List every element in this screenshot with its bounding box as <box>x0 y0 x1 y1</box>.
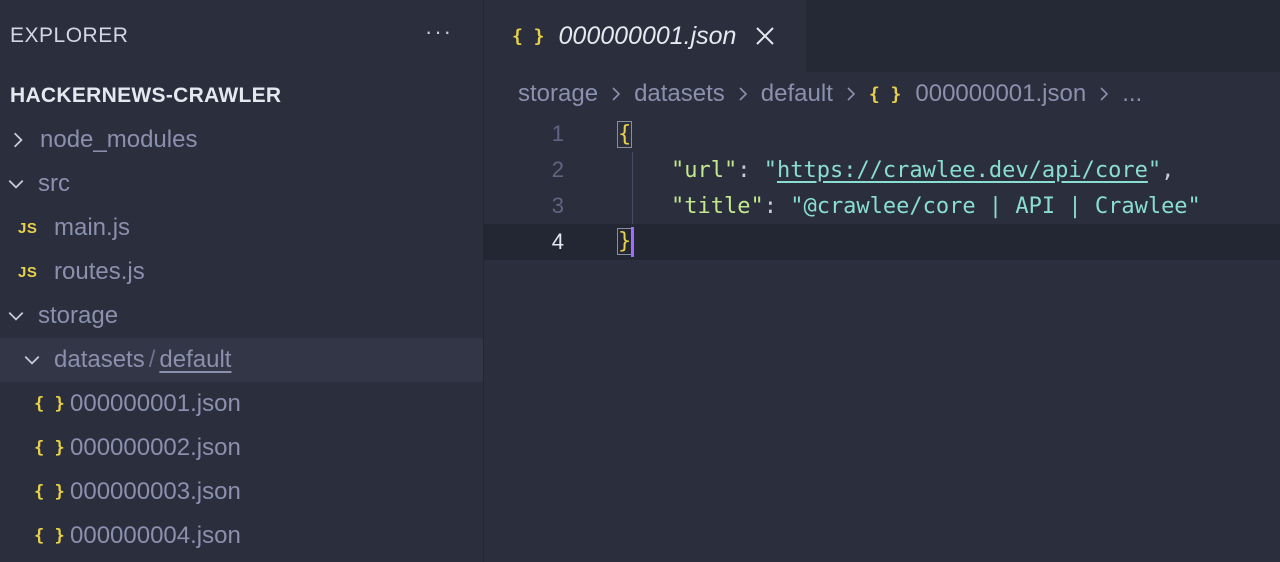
tree-item-file-3[interactable]: { } 000000003.json <box>0 470 483 514</box>
close-icon[interactable] <box>754 25 776 47</box>
json-file-icon: { } <box>34 394 65 414</box>
code-line-3[interactable]: 3 "title": "@crawlee/core | API | Crawle… <box>484 188 1280 224</box>
tree-item-file-1[interactable]: { } 000000001.json <box>0 382 483 426</box>
colon: : <box>737 157 764 183</box>
line-number: 3 <box>551 193 564 218</box>
tree-item-label: storage <box>38 302 119 329</box>
tree-item-main-js[interactable]: JS main.js <box>0 206 483 250</box>
line-number: 1 <box>551 121 564 146</box>
chevron-right-icon <box>1096 86 1112 102</box>
tree-item-label: node_modules <box>40 126 198 153</box>
tree-item-label-datasets: datasets <box>54 346 145 373</box>
json-file-icon: { } <box>512 25 545 47</box>
tree-item-src[interactable]: src <box>0 162 483 206</box>
tab-active-file[interactable]: { } 000000001.json <box>484 0 806 72</box>
chevron-right-icon <box>8 130 28 150</box>
tree-item-file-2[interactable]: { } 000000002.json <box>0 426 483 470</box>
project-folder-header[interactable]: HACKERNEWS-CRAWLER <box>0 74 483 118</box>
tree-item-label: 000000002.json <box>70 434 241 461</box>
comma: , <box>1161 157 1175 183</box>
colon: : <box>763 193 791 219</box>
json-file-icon: { } <box>34 482 65 502</box>
quote: " <box>763 157 777 183</box>
json-key-title: "title" <box>670 193 764 219</box>
code-editor[interactable]: 1 { 2 "url": "https://crawlee.dev/api/co… <box>484 116 1280 260</box>
tree-item-routes-js[interactable]: JS routes.js <box>0 250 483 294</box>
code-line-2[interactable]: 2 "url": "https://crawlee.dev/api/core", <box>484 152 1280 188</box>
line-number: 4 <box>551 229 564 254</box>
tree-item-label: 000000001.json <box>70 390 241 417</box>
json-value-title: "@crawlee/core | API | Crawlee" <box>790 193 1201 219</box>
tab-label: 000000001.json <box>558 21 737 50</box>
tree-item-storage[interactable]: storage <box>0 294 483 338</box>
tree-item-label: routes.js <box>54 258 145 285</box>
javascript-file-icon: JS <box>18 263 38 281</box>
json-file-icon: { } <box>34 526 65 546</box>
tree-item-label: src <box>38 170 70 197</box>
tree-item-file-4[interactable]: { } 000000004.json <box>0 514 483 558</box>
editor-area: { } 000000001.json storage datasets defa… <box>484 0 1280 562</box>
tree-item-label: 000000003.json <box>70 478 241 505</box>
breadcrumb-datasets[interactable]: datasets <box>634 80 725 108</box>
chevron-down-icon <box>6 174 26 194</box>
breadcrumb-file[interactable]: 000000001.json <box>915 80 1086 108</box>
json-key-url: "url" <box>670 157 738 183</box>
json-file-icon: { } <box>868 83 902 105</box>
open-brace: { <box>616 120 633 148</box>
code-line-4[interactable]: 4 } <box>484 224 1280 260</box>
vscode-window: EXPLORER ··· HACKERNEWS-CRAWLER node_mod… <box>0 0 1280 562</box>
line-number: 2 <box>551 157 564 182</box>
tree-item-label-default[interactable]: default <box>159 346 231 374</box>
breadcrumb-storage[interactable]: storage <box>518 80 598 108</box>
chevron-down-icon <box>6 306 26 326</box>
url-link[interactable]: https://crawlee.dev/api/core <box>777 158 1148 183</box>
chevron-right-icon <box>735 86 751 102</box>
breadcrumb-default[interactable]: default <box>761 80 833 108</box>
tree-item-node-modules[interactable]: node_modules <box>0 118 483 162</box>
text-cursor <box>631 227 635 257</box>
explorer-sidebar: EXPLORER ··· HACKERNEWS-CRAWLER node_mod… <box>0 0 484 562</box>
breadcrumb-more[interactable]: ... <box>1122 80 1142 108</box>
explorer-title: EXPLORER <box>10 24 129 47</box>
more-actions-button[interactable]: ··· <box>425 19 453 45</box>
quote: " <box>1147 157 1162 183</box>
close-brace: } <box>616 228 633 255</box>
chevron-right-icon <box>608 86 624 102</box>
code-line-1[interactable]: 1 { <box>484 116 1280 152</box>
tab-bar: { } 000000001.json <box>484 0 1280 72</box>
path-separator: / <box>148 346 156 373</box>
javascript-file-icon: JS <box>18 219 38 237</box>
breadcrumb: storage datasets default { } 000000001.j… <box>484 72 1280 116</box>
json-file-icon: { } <box>34 438 65 458</box>
chevron-down-icon <box>22 350 42 370</box>
chevron-right-icon <box>843 86 859 102</box>
tree-item-datasets-default[interactable]: datasets / default <box>0 338 483 382</box>
tree-item-label: 000000004.json <box>70 522 241 549</box>
explorer-header: EXPLORER ··· <box>0 0 483 74</box>
tree-item-label: main.js <box>54 214 131 241</box>
